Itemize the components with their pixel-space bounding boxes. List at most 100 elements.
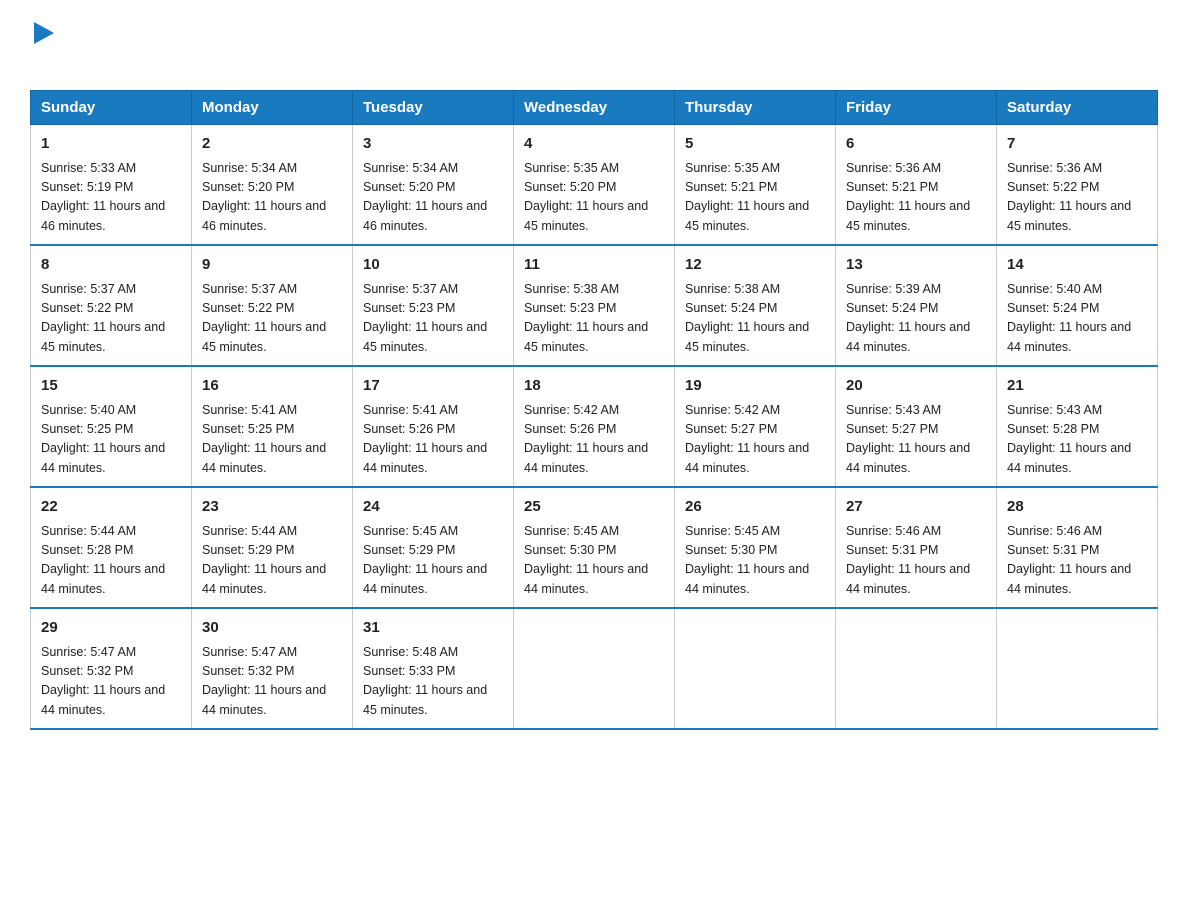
day-number: 6 [846,133,986,156]
calendar-week-row: 8 Sunrise: 5:37 AMSunset: 5:22 PMDaylight… [31,245,1158,366]
calendar-cell [675,608,836,729]
calendar-cell: 10 Sunrise: 5:37 AMSunset: 5:23 PMDayligh… [353,245,514,366]
day-number: 30 [202,617,342,640]
calendar-cell: 31 Sunrise: 5:48 AMSunset: 5:33 PMDayligh… [353,608,514,729]
calendar-cell: 27Sunrise: 5:46 AMSunset: 5:31 PMDayligh… [836,487,997,608]
day-info: Sunrise: 5:36 AMSunset: 5:22 PMDaylight:… [1007,159,1147,237]
day-number: 8 [41,254,181,277]
day-number: 16 [202,375,342,398]
day-number: 4 [524,133,664,156]
day-info: Sunrise: 5:38 AMSunset: 5:23 PMDaylight:… [524,280,664,358]
day-info: Sunrise: 5:40 AMSunset: 5:25 PMDaylight:… [41,401,181,479]
day-number: 2 [202,133,342,156]
day-number: 24 [363,496,503,519]
day-info: Sunrise: 5:45 AMSunset: 5:30 PMDaylight:… [524,522,664,600]
day-number: 14 [1007,254,1147,277]
day-number: 26 [685,496,825,519]
day-number: 10 [363,254,503,277]
calendar-header: SundayMondayTuesdayWednesdayThursdayFrid… [31,91,1158,125]
calendar-cell: 4Sunrise: 5:35 AMSunset: 5:20 PMDaylight… [514,125,675,246]
day-info: Sunrise: 5:34 AMSunset: 5:20 PMDaylight:… [202,159,342,237]
calendar-week-row: 15 Sunrise: 5:40 AMSunset: 5:25 PMDayligh… [31,366,1158,487]
page-header [30,20,1158,72]
day-number: 1 [41,133,181,156]
calendar-cell: 25 Sunrise: 5:45 AMSunset: 5:30 PMDayligh… [514,487,675,608]
day-info: Sunrise: 5:43 AMSunset: 5:28 PMDaylight:… [1007,401,1147,479]
calendar-cell: 5 Sunrise: 5:35 AMSunset: 5:21 PMDaylight… [675,125,836,246]
calendar-week-row: 1 Sunrise: 5:33 AMSunset: 5:19 PMDaylight… [31,125,1158,246]
day-info: Sunrise: 5:46 AMSunset: 5:31 PMDaylight:… [1007,522,1147,600]
calendar-cell: 28 Sunrise: 5:46 AMSunset: 5:31 PMDayligh… [997,487,1158,608]
weekday-header-saturday: Saturday [997,91,1158,125]
calendar-cell: 6 Sunrise: 5:36 AMSunset: 5:21 PMDaylight… [836,125,997,246]
weekday-header-tuesday: Tuesday [353,91,514,125]
day-number: 5 [685,133,825,156]
calendar-body: 1 Sunrise: 5:33 AMSunset: 5:19 PMDaylight… [31,125,1158,730]
calendar-cell: 20Sunrise: 5:43 AMSunset: 5:27 PMDayligh… [836,366,997,487]
calendar-cell: 9Sunrise: 5:37 AMSunset: 5:22 PMDaylight… [192,245,353,366]
day-number: 17 [363,375,503,398]
weekday-header-monday: Monday [192,91,353,125]
calendar-cell: 14 Sunrise: 5:40 AMSunset: 5:24 PMDayligh… [997,245,1158,366]
day-number: 3 [363,133,503,156]
day-info: Sunrise: 5:41 AMSunset: 5:26 PMDaylight:… [363,401,503,479]
day-info: Sunrise: 5:37 AMSunset: 5:22 PMDaylight:… [202,280,342,358]
calendar-week-row: 29 Sunrise: 5:47 AMSunset: 5:32 PMDayligh… [31,608,1158,729]
calendar-cell: 2 Sunrise: 5:34 AMSunset: 5:20 PMDaylight… [192,125,353,246]
day-info: Sunrise: 5:41 AMSunset: 5:25 PMDaylight:… [202,401,342,479]
weekday-header-wednesday: Wednesday [514,91,675,125]
calendar-cell: 30Sunrise: 5:47 AMSunset: 5:32 PMDayligh… [192,608,353,729]
day-number: 12 [685,254,825,277]
weekday-header-friday: Friday [836,91,997,125]
calendar-cell: 12 Sunrise: 5:38 AMSunset: 5:24 PMDayligh… [675,245,836,366]
calendar-cell: 29 Sunrise: 5:47 AMSunset: 5:32 PMDayligh… [31,608,192,729]
day-number: 29 [41,617,181,640]
day-info: Sunrise: 5:45 AMSunset: 5:29 PMDaylight:… [363,522,503,600]
day-number: 31 [363,617,503,640]
calendar-cell: 26 Sunrise: 5:45 AMSunset: 5:30 PMDayligh… [675,487,836,608]
day-info: Sunrise: 5:40 AMSunset: 5:24 PMDaylight:… [1007,280,1147,358]
day-info: Sunrise: 5:39 AMSunset: 5:24 PMDaylight:… [846,280,986,358]
calendar-cell: 15 Sunrise: 5:40 AMSunset: 5:25 PMDayligh… [31,366,192,487]
calendar-cell: 7Sunrise: 5:36 AMSunset: 5:22 PMDaylight… [997,125,1158,246]
calendar-cell: 24 Sunrise: 5:45 AMSunset: 5:29 PMDayligh… [353,487,514,608]
day-info: Sunrise: 5:48 AMSunset: 5:33 PMDaylight:… [363,643,503,721]
weekday-header-thursday: Thursday [675,91,836,125]
day-number: 11 [524,254,664,277]
calendar-cell: 8Sunrise: 5:37 AMSunset: 5:22 PMDaylight… [31,245,192,366]
day-number: 13 [846,254,986,277]
day-info: Sunrise: 5:34 AMSunset: 5:20 PMDaylight:… [363,159,503,237]
calendar-cell: 18 Sunrise: 5:42 AMSunset: 5:26 PMDayligh… [514,366,675,487]
day-number: 25 [524,496,664,519]
calendar-cell: 22Sunrise: 5:44 AMSunset: 5:28 PMDayligh… [31,487,192,608]
weekday-header-sunday: Sunday [31,91,192,125]
day-number: 21 [1007,375,1147,398]
day-info: Sunrise: 5:43 AMSunset: 5:27 PMDaylight:… [846,401,986,479]
day-info: Sunrise: 5:45 AMSunset: 5:30 PMDaylight:… [685,522,825,600]
day-info: Sunrise: 5:33 AMSunset: 5:19 PMDaylight:… [41,159,181,237]
logo [30,20,54,72]
day-info: Sunrise: 5:44 AMSunset: 5:29 PMDaylight:… [202,522,342,600]
weekday-header-row: SundayMondayTuesdayWednesdayThursdayFrid… [31,91,1158,125]
day-info: Sunrise: 5:47 AMSunset: 5:32 PMDaylight:… [41,643,181,721]
day-info: Sunrise: 5:42 AMSunset: 5:27 PMDaylight:… [685,401,825,479]
day-number: 18 [524,375,664,398]
day-info: Sunrise: 5:38 AMSunset: 5:24 PMDaylight:… [685,280,825,358]
calendar-cell: 1 Sunrise: 5:33 AMSunset: 5:19 PMDaylight… [31,125,192,246]
calendar-cell: 23Sunrise: 5:44 AMSunset: 5:29 PMDayligh… [192,487,353,608]
day-number: 28 [1007,496,1147,519]
calendar-table: SundayMondayTuesdayWednesdayThursdayFrid… [30,90,1158,730]
day-info: Sunrise: 5:46 AMSunset: 5:31 PMDaylight:… [846,522,986,600]
day-number: 15 [41,375,181,398]
day-info: Sunrise: 5:36 AMSunset: 5:21 PMDaylight:… [846,159,986,237]
day-info: Sunrise: 5:35 AMSunset: 5:21 PMDaylight:… [685,159,825,237]
day-info: Sunrise: 5:42 AMSunset: 5:26 PMDaylight:… [524,401,664,479]
calendar-cell: 17 Sunrise: 5:41 AMSunset: 5:26 PMDayligh… [353,366,514,487]
calendar-cell: 21 Sunrise: 5:43 AMSunset: 5:28 PMDayligh… [997,366,1158,487]
calendar-cell: 11 Sunrise: 5:38 AMSunset: 5:23 PMDayligh… [514,245,675,366]
day-info: Sunrise: 5:37 AMSunset: 5:23 PMDaylight:… [363,280,503,358]
calendar-cell: 16 Sunrise: 5:41 AMSunset: 5:25 PMDayligh… [192,366,353,487]
calendar-cell [997,608,1158,729]
day-number: 19 [685,375,825,398]
calendar-cell: 13 Sunrise: 5:39 AMSunset: 5:24 PMDayligh… [836,245,997,366]
